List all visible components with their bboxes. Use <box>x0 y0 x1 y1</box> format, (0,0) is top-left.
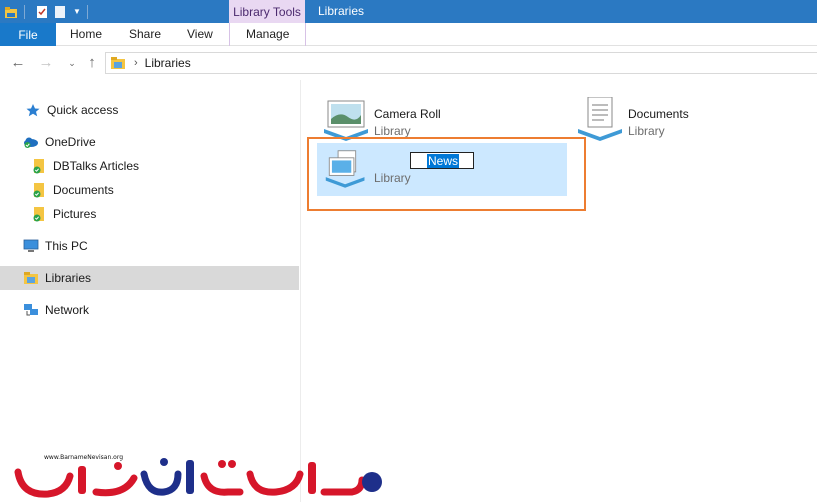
nav-item-label: DBTalks Articles <box>53 159 140 173</box>
quick-access-toolbar: ▼ <box>0 0 94 23</box>
library-type: Library <box>374 171 411 185</box>
tab-view[interactable]: View <box>187 23 213 46</box>
tab-home[interactable]: Home <box>70 23 102 46</box>
library-name: Documents <box>628 107 689 121</box>
breadcrumb-separator-icon[interactable]: › <box>134 57 138 69</box>
star-icon <box>25 102 41 118</box>
nav-item-label: OneDrive <box>45 135 96 149</box>
nav-item-label: This PC <box>45 239 88 253</box>
nav-item-label: Network <box>45 303 90 317</box>
properties-icon[interactable] <box>35 5 49 19</box>
address-bar[interactable]: › Libraries <box>105 52 817 74</box>
customize-toolbar-icon[interactable]: ▼ <box>73 7 81 16</box>
nav-item-label: Documents <box>53 183 114 197</box>
title-bar: ▼ Library Tools Libraries <box>0 0 817 23</box>
ribbon-tabs: File Home Share View Manage <box>0 23 817 46</box>
computer-icon <box>23 238 39 254</box>
nav-item-libraries[interactable]: Libraries <box>0 266 299 290</box>
back-arrow-icon[interactable]: ← <box>10 55 26 71</box>
toolbar-separator <box>24 4 25 19</box>
library-type: Library <box>374 124 411 138</box>
watermark-url: www.BarnameNevisan.org <box>44 454 123 461</box>
generic-library-icon <box>325 150 365 188</box>
toolbar-separator <box>86 4 88 19</box>
new-folder-icon[interactable] <box>53 5 67 19</box>
navigation-bar: ← → ⌄ ↑ › Libraries <box>0 47 817 79</box>
folder-icon[interactable] <box>4 5 18 19</box>
up-arrow-icon[interactable]: ↑ <box>84 55 100 71</box>
library-item-documents[interactable]: Documents Library <box>578 97 778 149</box>
forward-arrow-icon[interactable]: → <box>38 55 54 71</box>
library-folder-icon <box>111 57 125 69</box>
nav-item-dbtalks-articles[interactable]: DBTalks Articles <box>0 154 299 178</box>
library-item-news[interactable]: News Library <box>317 143 567 196</box>
library-folder-icon <box>23 270 39 286</box>
nav-item-label: Pictures <box>53 207 97 221</box>
nav-item-onedrive[interactable]: OneDrive <box>0 130 299 154</box>
library-name: Camera Roll <box>374 107 441 121</box>
synced-folder-icon <box>31 182 47 198</box>
nav-item-this-pc[interactable]: This PC <box>0 234 299 258</box>
window-title: Libraries <box>318 4 365 18</box>
synced-folder-icon <box>31 158 47 174</box>
library-type: Library <box>628 124 665 138</box>
onedrive-icon <box>23 134 39 150</box>
nav-item-network[interactable]: Network <box>0 298 299 322</box>
file-tab[interactable]: File <box>0 23 56 46</box>
tab-manage[interactable]: Manage <box>246 23 289 46</box>
file-view: Camera Roll Library Documents Library Ne… <box>302 80 817 502</box>
synced-folder-icon <box>31 206 47 222</box>
network-icon <box>23 302 39 318</box>
nav-item-pictures[interactable]: Pictures <box>0 202 299 226</box>
rename-input[interactable]: News <box>410 152 474 169</box>
navigation-pane: Quick access OneDrive DBTalks Articles D… <box>0 80 301 502</box>
watermark-logo: www.BarnameNevisan.org <box>14 452 386 502</box>
rename-selected-text: News <box>427 153 460 168</box>
recent-locations-chevron-icon[interactable]: ⌄ <box>64 55 80 71</box>
nav-item-quick-access[interactable]: Quick access <box>0 98 299 122</box>
nav-item-documents[interactable]: Documents <box>0 178 299 202</box>
nav-item-label: Quick access <box>47 103 119 117</box>
nav-item-label: Libraries <box>45 271 92 285</box>
tab-share[interactable]: Share <box>129 23 161 46</box>
library-tools-contextual-tab: Library Tools <box>229 0 305 23</box>
breadcrumb-libraries[interactable]: Libraries <box>145 56 191 70</box>
